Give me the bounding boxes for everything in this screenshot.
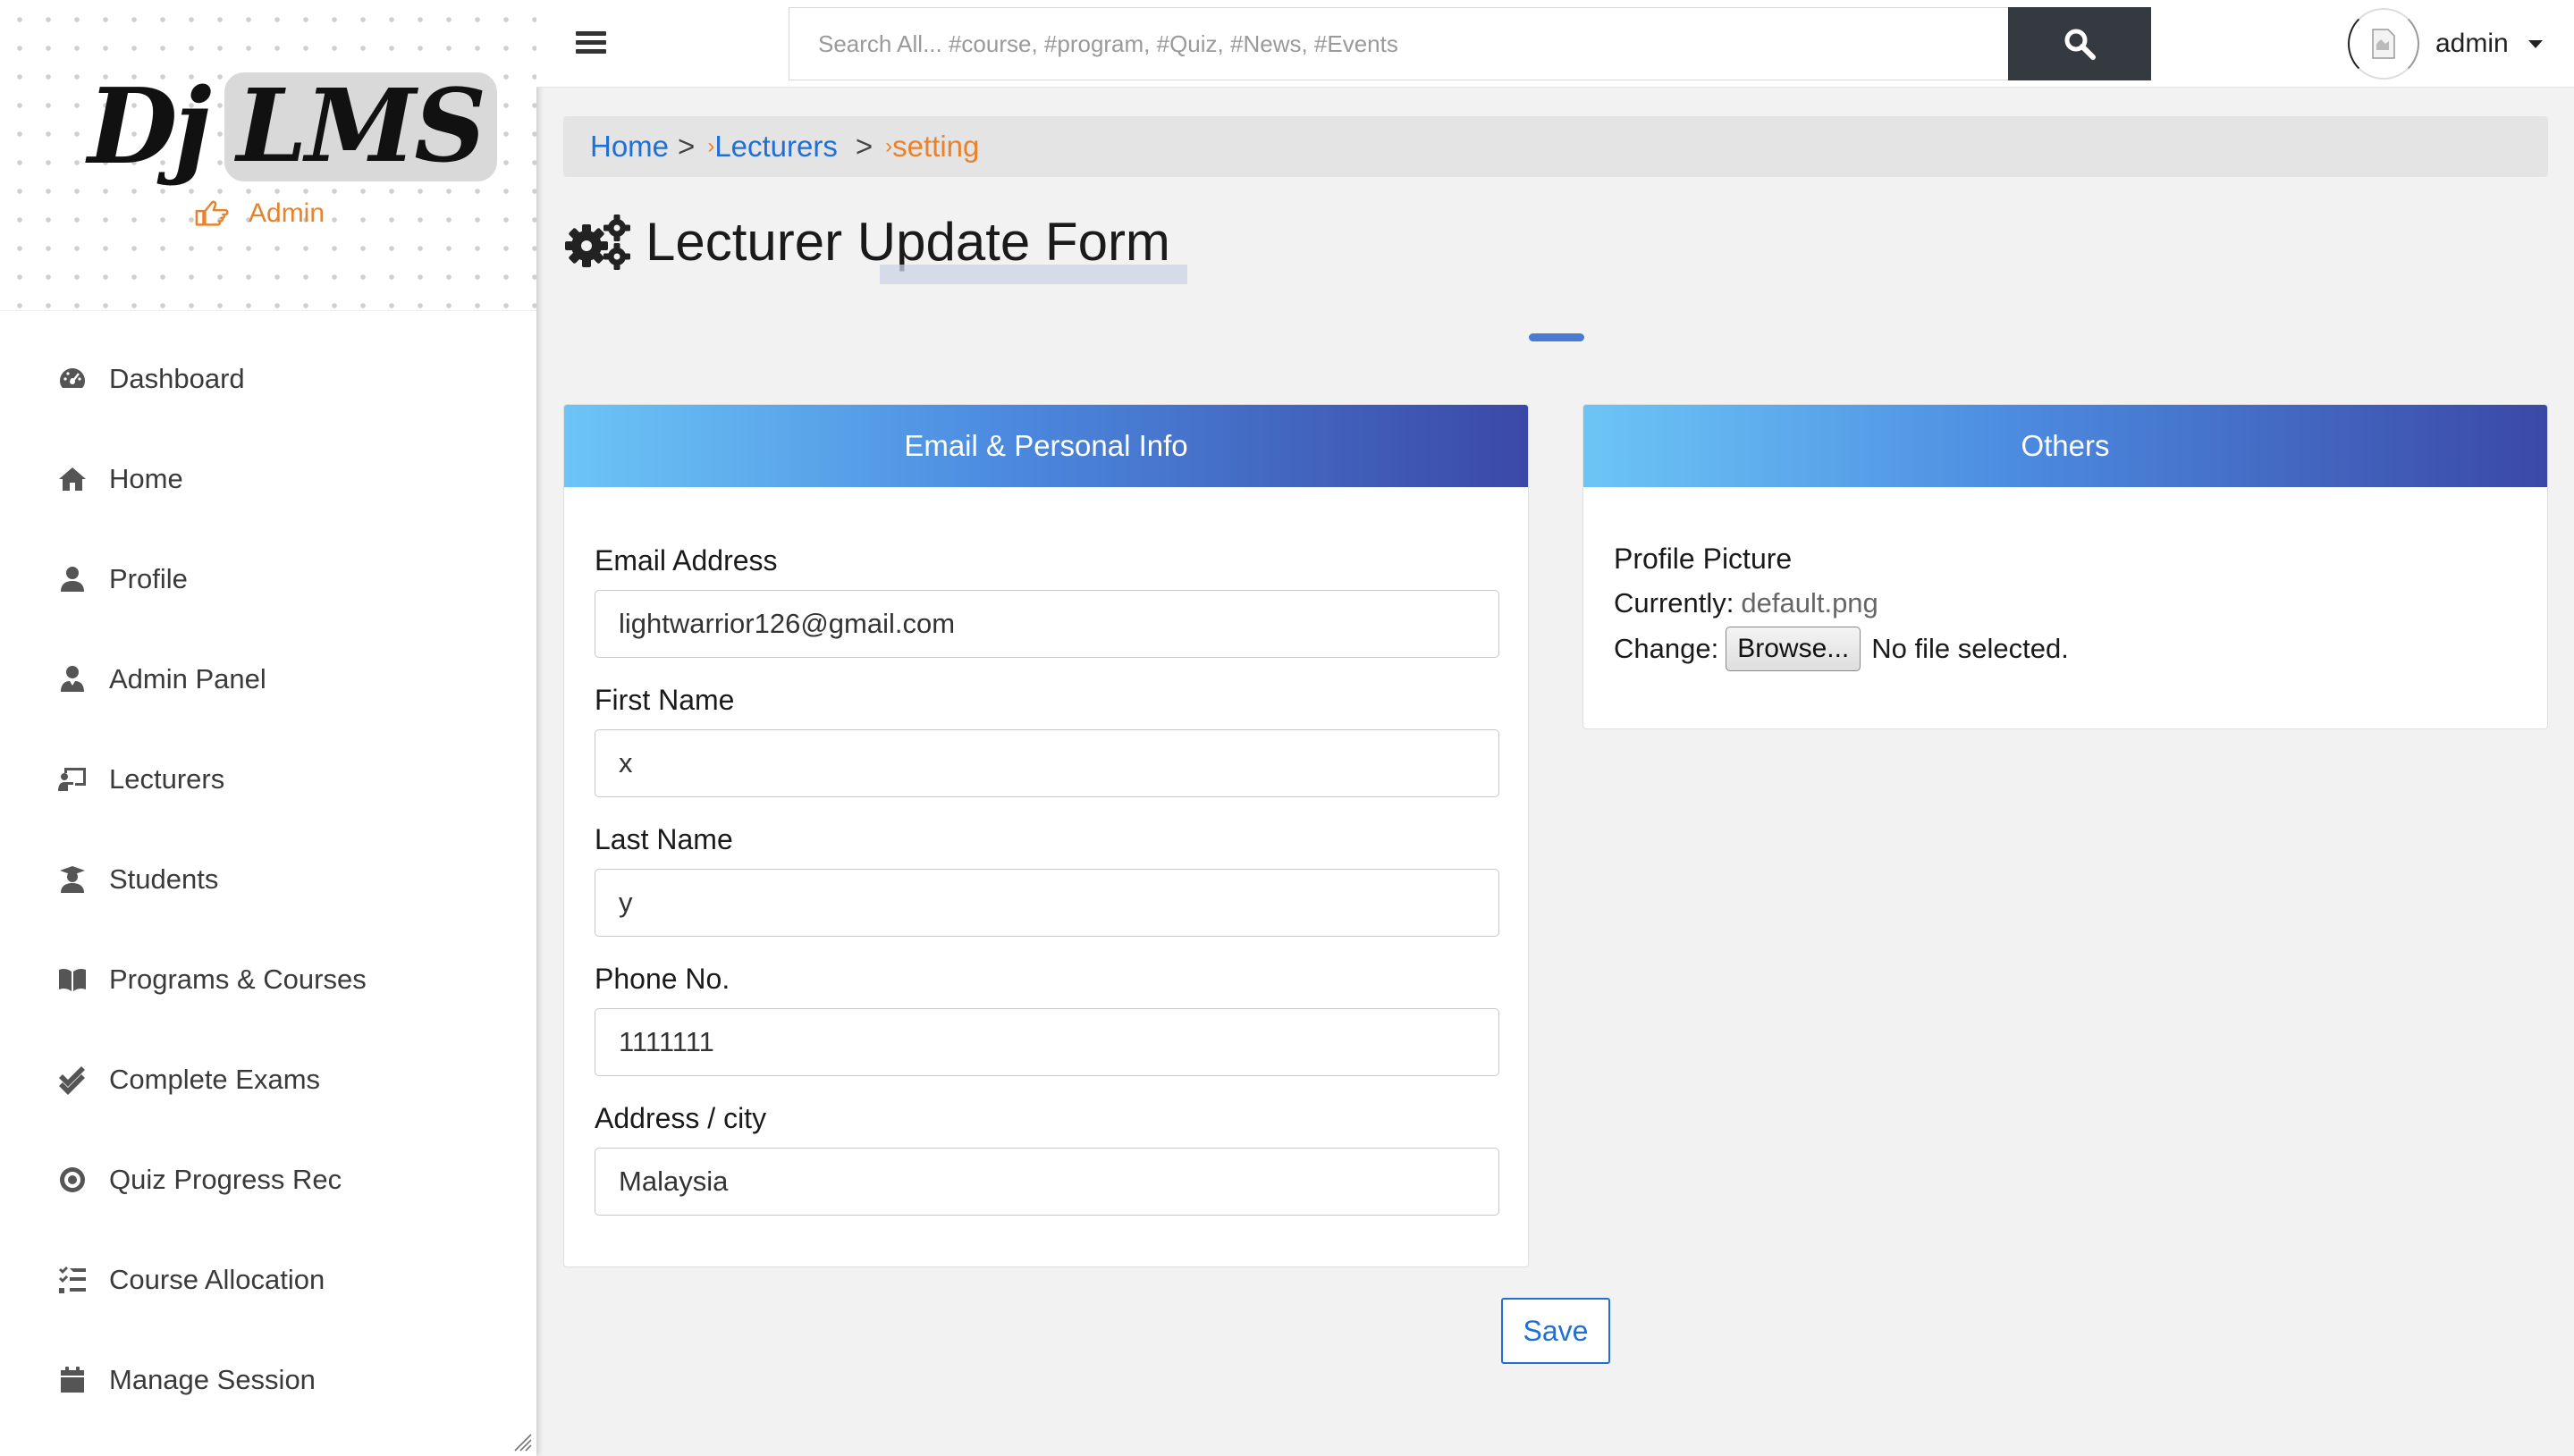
breadcrumb-current: setting (892, 130, 980, 163)
sidebar-item-label: Students (109, 863, 219, 895)
search-bar (789, 7, 2151, 80)
tasks-icon (59, 1267, 86, 1293)
address-field[interactable] (595, 1148, 1499, 1216)
section-divider (1529, 333, 1584, 341)
gauge-icon (60, 368, 85, 388)
search-icon (2064, 29, 2096, 60)
browse-button[interactable]: Browse... (1726, 627, 1861, 671)
logo-text-dj: Dj (88, 66, 212, 188)
profile-picture-label: Profile Picture (1614, 543, 1793, 575)
logo-text-lms: LMS (224, 72, 498, 181)
sidebar-item-label: Manage Session (109, 1364, 316, 1395)
first-name-field[interactable] (595, 729, 1499, 797)
role-indicator: Admin (195, 198, 325, 229)
avatar[interactable] (2348, 8, 2419, 80)
personal-info-card-header: Email & Personal Info (564, 405, 1528, 487)
others-card: Others Profile Picture Currently: defaul… (1582, 404, 2548, 729)
change-file-row: Change: Browse... No file selected. (1614, 627, 2069, 671)
resize-grip-icon[interactable] (511, 1431, 533, 1452)
personal-info-card: Email & Personal Info Email Address Firs… (563, 404, 1529, 1267)
phone-label: Phone No. (595, 963, 730, 995)
breadcrumb-home[interactable]: Home (590, 130, 669, 164)
sidebar-item-complete-exams[interactable]: Complete Exams (0, 1030, 536, 1130)
user-icon (61, 567, 84, 592)
chalkboard-teacher-icon (58, 768, 86, 791)
hand-point-right-icon (195, 200, 229, 226)
check-double-icon (59, 1066, 85, 1095)
current-file-row: Currently: default.png (1614, 587, 1878, 619)
address-field-group: Address / city (595, 1102, 1499, 1216)
brand-area: Dj LMS Admin (0, 0, 536, 311)
breadcrumb-arrow-icon: › (707, 134, 715, 158)
phone-field-group: Phone No. (595, 963, 1499, 1076)
sidebar-item-profile[interactable]: Profile (0, 529, 536, 629)
sidebar-nav: Dashboard Home Profile Admin Panel Lectu… (0, 329, 536, 1430)
sidebar-item-home[interactable]: Home (0, 429, 536, 529)
cogs-icon (565, 214, 630, 270)
first-name-label: First Name (595, 684, 735, 716)
top-navbar: admin (536, 0, 2574, 88)
others-card-header: Others (1583, 405, 2547, 487)
sidebar: Dj LMS Admin Dashboard Home Profile Admi… (0, 0, 536, 1456)
last-name-field-group: Last Name (595, 823, 1499, 937)
sidebar-item-label: Admin Panel (109, 663, 266, 694)
sidebar-item-students[interactable]: Students (0, 829, 536, 930)
sidebar-item-label: Programs & Courses (109, 964, 367, 995)
last-name-label: Last Name (595, 823, 733, 855)
address-label: Address / city (595, 1102, 767, 1134)
sidebar-item-quiz-progress[interactable]: Quiz Progress Rec (0, 1130, 536, 1230)
sidebar-item-label: Course Allocation (109, 1264, 325, 1295)
user-menu[interactable]: admin (2348, 7, 2543, 80)
breadcrumb-separator: > (855, 130, 873, 163)
calendar-icon (61, 1367, 84, 1393)
search-button[interactable] (2008, 7, 2151, 80)
menu-toggle-icon[interactable] (576, 27, 606, 61)
sidebar-item-course-allocation[interactable]: Course Allocation (0, 1230, 536, 1330)
sidebar-item-dashboard[interactable]: Dashboard (0, 329, 536, 429)
username-label: admin (2435, 29, 2509, 58)
sidebar-item-manage-session[interactable]: Manage Session (0, 1330, 536, 1430)
first-name-field-group: First Name (595, 684, 1499, 797)
breadcrumb-separator: > (678, 130, 696, 163)
change-label: Change: (1614, 633, 1719, 664)
sidebar-item-label: Profile (109, 563, 188, 594)
search-input[interactable] (789, 7, 2008, 80)
email-label: Email Address (595, 544, 778, 577)
no-file-text: No file selected. (1871, 633, 2069, 664)
book-open-icon (59, 968, 86, 991)
sidebar-item-admin-panel[interactable]: Admin Panel (0, 629, 536, 729)
save-button[interactable]: Save (1501, 1298, 1610, 1364)
phone-field[interactable] (595, 1008, 1499, 1076)
email-field-group: Email Address (595, 544, 1499, 658)
sidebar-item-lecturers[interactable]: Lecturers (0, 729, 536, 829)
sidebar-item-label: Dashboard (109, 363, 245, 394)
breadcrumb: Home > › Lecturers > › setting (563, 116, 2548, 177)
broken-image-icon (2372, 29, 2395, 59)
current-file-link[interactable]: default.png (1741, 587, 1878, 619)
page-title: Lecturer Update Form (561, 211, 1170, 273)
breadcrumb-arrow-icon: › (885, 134, 893, 158)
sidebar-item-label: Complete Exams (109, 1064, 321, 1095)
user-graduate-icon (60, 866, 85, 893)
breadcrumb-lecturers[interactable]: Lecturers (714, 130, 838, 164)
role-label: Admin (249, 198, 325, 228)
record-icon (60, 1167, 85, 1192)
sidebar-item-label: Lecturers (109, 763, 225, 795)
title-highlight (880, 265, 1187, 284)
sidebar-item-label: Home (109, 463, 183, 494)
sidebar-item-label: Quiz Progress Rec (109, 1164, 342, 1195)
currently-label: Currently: (1614, 587, 1734, 619)
chevron-down-icon (2528, 39, 2543, 48)
page-title-text: Lecturer Update Form (646, 212, 1170, 272)
user-tie-icon (61, 666, 84, 692)
logo[interactable]: Dj LMS (88, 64, 498, 189)
last-name-field[interactable] (595, 869, 1499, 937)
sidebar-item-programs-courses[interactable]: Programs & Courses (0, 930, 536, 1030)
email-field[interactable] (595, 590, 1499, 658)
home-icon (59, 467, 86, 491)
